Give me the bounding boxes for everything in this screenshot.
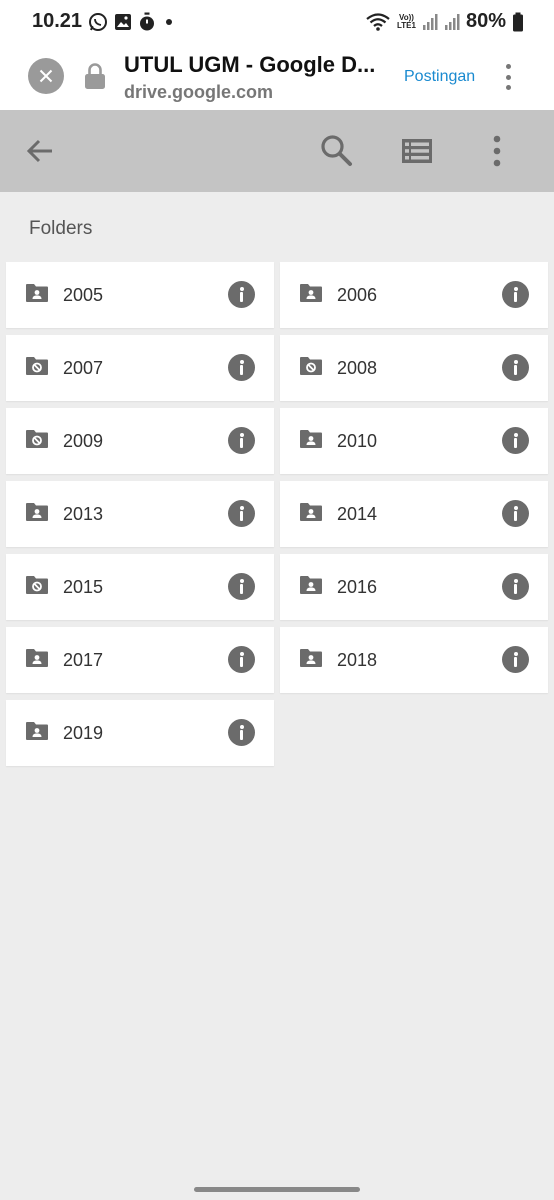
folder-item[interactable]: 2009 bbox=[6, 408, 274, 474]
folder-item[interactable]: 2010 bbox=[280, 408, 548, 474]
folder-name: 2016 bbox=[337, 577, 378, 597]
folder-item[interactable]: 2013 bbox=[6, 481, 274, 547]
signal-icon bbox=[444, 13, 460, 30]
shared-folder-icon bbox=[300, 284, 322, 302]
info-icon[interactable] bbox=[228, 573, 255, 600]
restricted-folder-icon bbox=[26, 430, 48, 448]
shared-folder-icon bbox=[300, 430, 322, 448]
wifi-icon bbox=[366, 12, 390, 31]
folder-item[interactable]: 2017 bbox=[6, 627, 274, 693]
more-vert-icon[interactable] bbox=[486, 134, 508, 168]
timer-icon bbox=[140, 12, 154, 31]
folder-name: 2005 bbox=[63, 285, 104, 305]
gallery-icon bbox=[115, 14, 131, 30]
folder-item[interactable]: 2016 bbox=[280, 554, 548, 620]
whatsapp-icon bbox=[89, 13, 107, 31]
folder-name: 2007 bbox=[63, 358, 104, 378]
shared-folder-icon bbox=[26, 503, 48, 521]
list-view-icon[interactable] bbox=[400, 135, 434, 167]
folder-item[interactable]: 2019 bbox=[6, 700, 274, 766]
nav-gesture-handle[interactable] bbox=[194, 1187, 360, 1192]
folder-name: 2014 bbox=[337, 504, 378, 524]
folder-item[interactable]: 2008 bbox=[280, 335, 548, 401]
browser-menu-button[interactable] bbox=[498, 62, 518, 92]
folder-item[interactable]: 2007 bbox=[6, 335, 274, 401]
restricted-folder-icon bbox=[26, 357, 48, 375]
folder-name: 2006 bbox=[337, 285, 378, 305]
back-arrow-icon[interactable] bbox=[24, 135, 56, 167]
info-icon[interactable] bbox=[228, 646, 255, 673]
folder-item[interactable]: 2015 bbox=[6, 554, 274, 620]
info-icon[interactable] bbox=[502, 646, 529, 673]
restricted-folder-icon bbox=[300, 357, 322, 375]
folder-item[interactable]: 2018 bbox=[280, 627, 548, 693]
postingan-button[interactable]: Postingan bbox=[404, 68, 475, 86]
folder-grid: 2005 2006 2007 2008 2009 2010 2013 2014 2015 2016… bbox=[6, 262, 548, 766]
folder-name: 2013 bbox=[63, 504, 104, 524]
shared-folder-icon bbox=[300, 503, 322, 521]
signal-icon bbox=[422, 13, 438, 30]
restricted-folder-icon bbox=[26, 576, 48, 594]
info-icon[interactable] bbox=[502, 354, 529, 381]
info-icon[interactable] bbox=[502, 500, 529, 527]
info-icon[interactable] bbox=[502, 427, 529, 454]
volte-indicator: Vo)) LTE1 bbox=[397, 12, 416, 30]
close-icon bbox=[39, 69, 53, 83]
folder-name: 2015 bbox=[63, 577, 104, 597]
close-tab-button[interactable] bbox=[28, 58, 64, 94]
shared-folder-icon bbox=[26, 722, 48, 740]
folder-item[interactable]: 2006 bbox=[280, 262, 548, 328]
dot-icon bbox=[166, 19, 172, 25]
status-right: Vo)) LTE1 80% bbox=[365, 10, 524, 33]
folder-item[interactable]: 2014 bbox=[280, 481, 548, 547]
shared-folder-icon bbox=[300, 649, 322, 667]
shared-folder-icon bbox=[26, 284, 48, 302]
status-time: 10.21 bbox=[32, 10, 83, 32]
search-icon[interactable] bbox=[319, 133, 353, 167]
shared-folder-icon bbox=[300, 576, 322, 594]
info-icon[interactable] bbox=[228, 427, 255, 454]
battery-icon bbox=[513, 12, 523, 31]
shared-folder-icon bbox=[26, 649, 48, 667]
folder-name: 2010 bbox=[337, 431, 378, 451]
page-title: UTUL UGM - Google D... bbox=[124, 52, 376, 77]
lock-icon[interactable] bbox=[84, 62, 106, 95]
info-icon[interactable] bbox=[502, 281, 529, 308]
status-bar: 10.21 Vo)) LTE1 80% bbox=[0, 0, 554, 44]
page-url: drive.google.com bbox=[124, 82, 274, 102]
more-vert-icon bbox=[505, 64, 511, 69]
folder-name: 2008 bbox=[337, 358, 378, 378]
notification-icons bbox=[88, 12, 176, 32]
info-icon[interactable] bbox=[228, 500, 255, 527]
folder-name: 2018 bbox=[337, 650, 378, 670]
info-icon[interactable] bbox=[502, 573, 529, 600]
drive-toolbar bbox=[0, 110, 554, 192]
folder-name: 2009 bbox=[63, 431, 104, 451]
folder-name: 2017 bbox=[63, 650, 104, 670]
browser-header: UTUL UGM - Google D... drive.google.com … bbox=[0, 44, 554, 110]
battery-percent: 80% bbox=[465, 10, 506, 32]
info-icon[interactable] bbox=[228, 354, 255, 381]
info-icon[interactable] bbox=[228, 719, 255, 746]
folder-name: 2019 bbox=[63, 723, 104, 743]
info-icon[interactable] bbox=[228, 281, 255, 308]
folder-item[interactable]: 2005 bbox=[6, 262, 274, 328]
folders-heading: Folders bbox=[29, 218, 93, 239]
